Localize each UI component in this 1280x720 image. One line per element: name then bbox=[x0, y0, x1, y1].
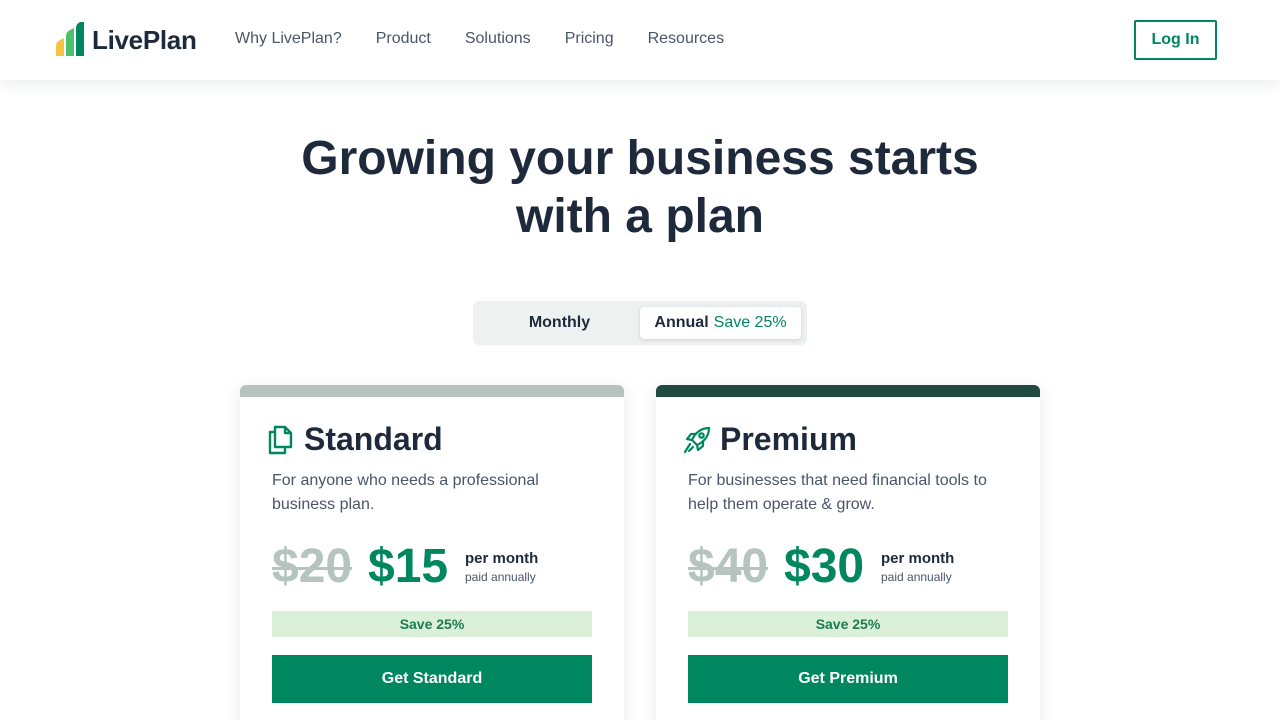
login-button[interactable]: Log In bbox=[1134, 20, 1217, 60]
top-navigation: LivePlan Why LivePlan? Product Solutions… bbox=[0, 0, 1280, 80]
save-badge: Save 25% bbox=[688, 611, 1008, 637]
monthly-label: Monthly bbox=[528, 314, 591, 331]
nav-link-solutions[interactable]: Solutions bbox=[465, 30, 531, 48]
plan-title: Premium bbox=[720, 421, 857, 457]
documents-icon bbox=[268, 425, 293, 455]
toggle-monthly[interactable]: Monthly bbox=[479, 307, 640, 339]
logo-text: LivePlan bbox=[92, 24, 197, 55]
page-headline: Growing your business starts with a plan bbox=[240, 130, 1040, 246]
billing-period-toggle: Monthly Annual Save 25% bbox=[473, 301, 807, 345]
old-price: $20 bbox=[272, 540, 353, 593]
liveplan-logo[interactable]: LivePlan bbox=[54, 22, 197, 58]
headline-line-2: with a plan bbox=[515, 190, 764, 243]
card-top-bar bbox=[240, 385, 624, 397]
annual-save-label: Save 25% bbox=[713, 314, 787, 331]
billing-note: paid annually bbox=[881, 570, 952, 584]
get-premium-button[interactable]: Get Premium bbox=[688, 655, 1008, 703]
annual-label: Annual bbox=[654, 314, 709, 331]
price-period: per month bbox=[881, 550, 955, 567]
nav-link-why-liveplan[interactable]: Why LivePlan? bbox=[235, 30, 342, 48]
rocket-icon bbox=[683, 426, 711, 454]
plan-card-standard: Standard For anyone who needs a professi… bbox=[240, 385, 624, 720]
plan-title: Standard bbox=[304, 421, 443, 457]
plan-card-premium: Premium For businesses that need financi… bbox=[656, 385, 1040, 720]
headline-line-1: Growing your business starts bbox=[301, 132, 979, 185]
billing-note: paid annually bbox=[465, 570, 536, 584]
plan-description: For businesses that need financial tools… bbox=[688, 472, 987, 513]
main-menu: Why LivePlan? Product Solutions Pricing … bbox=[235, 30, 758, 48]
toggle-annual[interactable]: Annual Save 25% bbox=[640, 307, 801, 339]
nav-link-pricing[interactable]: Pricing bbox=[565, 30, 614, 48]
new-price: $15 bbox=[368, 540, 449, 593]
old-price: $40 bbox=[688, 540, 769, 593]
get-standard-button[interactable]: Get Standard bbox=[272, 655, 592, 703]
new-price: $30 bbox=[784, 540, 865, 593]
nav-link-resources[interactable]: Resources bbox=[648, 30, 724, 48]
save-badge: Save 25% bbox=[272, 611, 592, 637]
logo-bars-icon bbox=[56, 22, 84, 56]
price-period: per month bbox=[465, 550, 539, 567]
nav-link-product[interactable]: Product bbox=[376, 30, 431, 48]
card-top-bar bbox=[656, 385, 1040, 397]
plan-description: For anyone who needs a professional busi… bbox=[272, 472, 539, 513]
